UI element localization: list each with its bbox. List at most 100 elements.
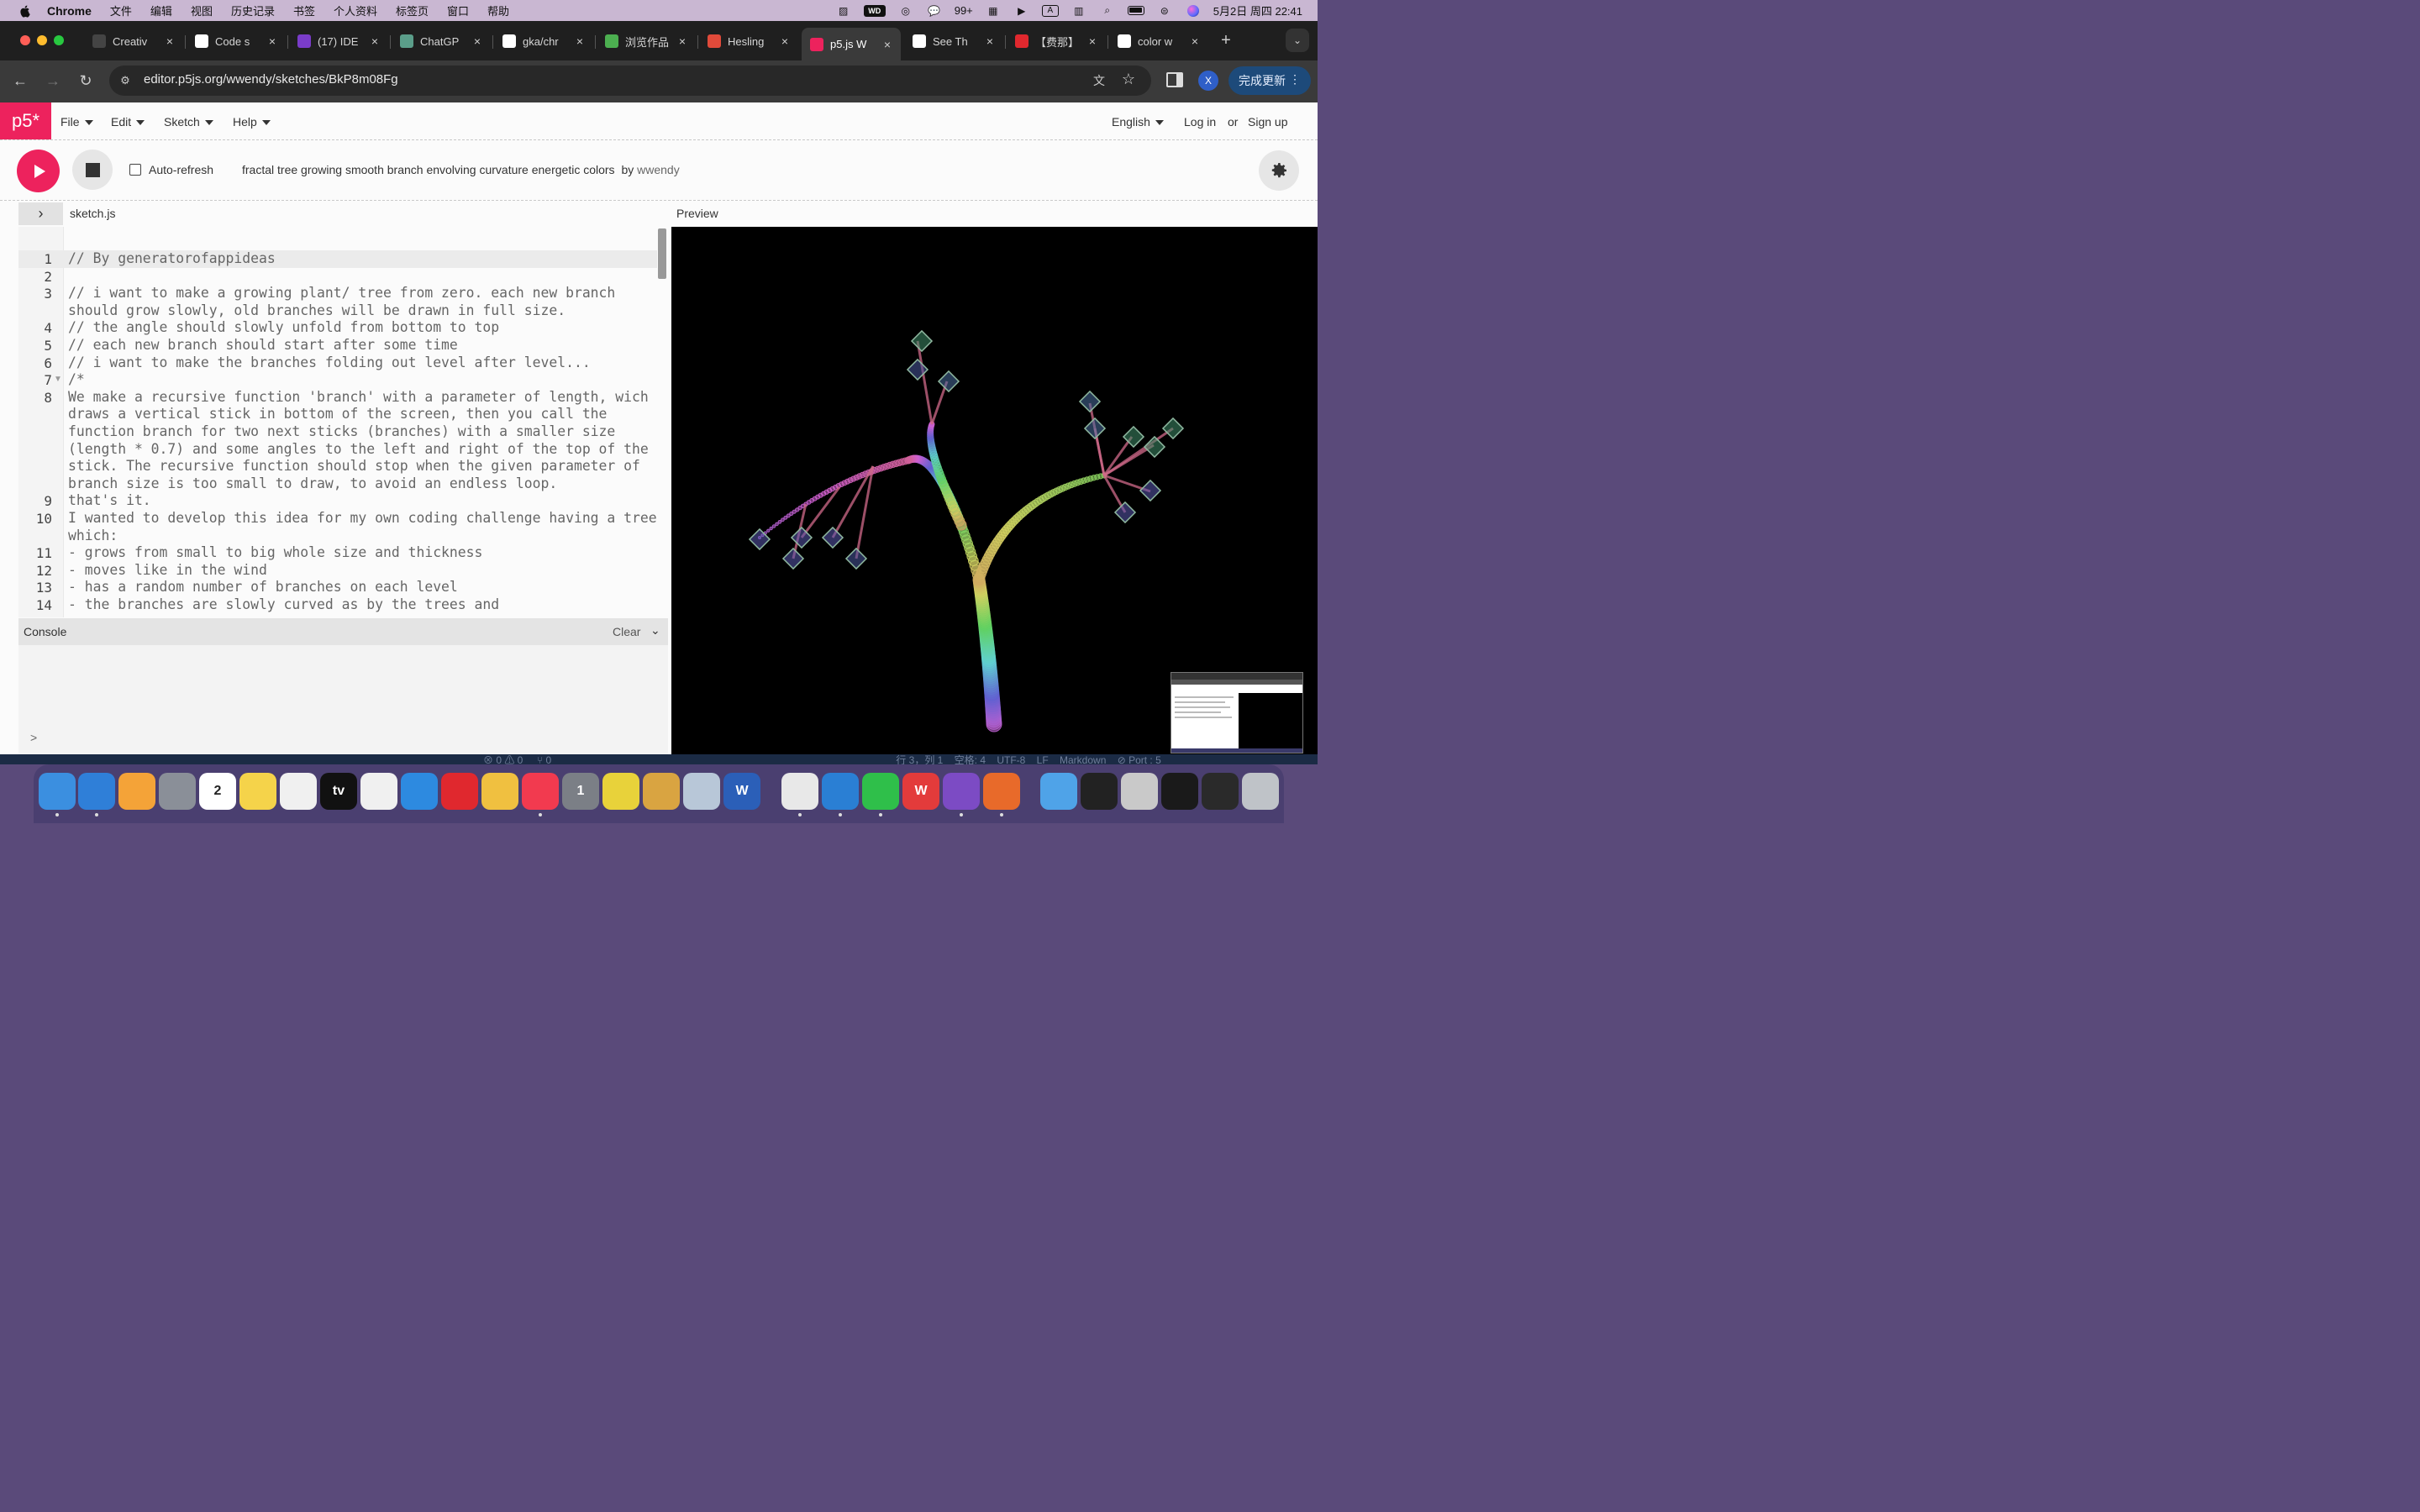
dock-chrome-icon[interactable] (781, 773, 818, 810)
site-settings-icon[interactable]: ⚙ (118, 73, 133, 88)
dock-notes-icon[interactable] (239, 773, 276, 810)
dock-matlab-icon[interactable] (983, 773, 1020, 810)
auto-refresh-checkbox[interactable] (129, 164, 141, 176)
code-line[interactable]: /* (68, 371, 85, 389)
tab-1[interactable]: Creativ × (84, 28, 183, 55)
battery-icon[interactable] (1127, 5, 1144, 17)
tab-search-button[interactable]: ⌄ (1286, 29, 1309, 52)
console-prompt[interactable]: > (30, 731, 37, 744)
settings-button[interactable] (1259, 150, 1299, 191)
dock-calendar-icon[interactable]: 2 (199, 773, 236, 810)
dock-github-desktop-icon[interactable] (943, 773, 980, 810)
dock-folder-icon[interactable] (1040, 773, 1077, 810)
menu-bookmarks[interactable]: 书签 (293, 3, 315, 18)
creative-cloud-icon[interactable]: ◎ (897, 5, 914, 17)
code-line[interactable]: // each new branch should start after so… (68, 337, 458, 354)
profile-avatar[interactable]: X (1198, 71, 1218, 91)
menu-history[interactable]: 历史记录 (231, 3, 275, 18)
code-line[interactable]: - grows from small to big whole size and… (68, 544, 482, 562)
file-menu[interactable]: File (60, 115, 93, 129)
search-icon[interactable]: ⌕ (1099, 4, 1116, 17)
signup-link[interactable]: Sign up (1248, 115, 1287, 129)
siri-icon[interactable] (1185, 4, 1202, 17)
code-line[interactable]: - has a random number of branches on eac… (68, 579, 458, 596)
code-line[interactable]: // By generatorofappideas (68, 250, 276, 268)
dock-pages-icon[interactable] (118, 773, 155, 810)
dock-word-icon[interactable]: W (723, 773, 760, 810)
close-tab-icon[interactable]: × (1086, 34, 1099, 48)
author-link[interactable]: wwendy (637, 163, 680, 176)
memory-icon[interactable]: ▥ (1071, 5, 1087, 17)
chevron-down-icon[interactable]: ⌄ (650, 623, 660, 638)
tab-2[interactable]: Code s × (187, 28, 286, 55)
play-circle-icon[interactable]: ▶ (1013, 5, 1030, 17)
tab-3[interactable]: (17) IDE × (289, 28, 388, 55)
dock-photos-icon[interactable] (481, 773, 518, 810)
close-tab-icon[interactable]: × (573, 34, 587, 48)
login-link[interactable]: Log in (1184, 115, 1216, 129)
dock-keynote-icon[interactable] (401, 773, 438, 810)
dock-launchpad-icon[interactable] (159, 773, 196, 810)
dock-app-green-icon[interactable] (602, 773, 639, 810)
close-tab-icon[interactable]: × (676, 34, 689, 48)
edit-menu[interactable]: Edit (111, 115, 145, 129)
dock-vscode-icon[interactable] (822, 773, 859, 810)
code-line[interactable]: // i want to make the branches folding o… (68, 354, 591, 372)
minimize-window-button[interactable] (37, 35, 47, 45)
code-line[interactable]: that's it. (68, 492, 151, 510)
file-tab[interactable]: sketch.js (70, 207, 115, 220)
sketch-title[interactable]: fractal tree growing smooth branch envol… (242, 163, 615, 176)
input-method-icon[interactable]: A (1041, 4, 1059, 17)
menu-window[interactable]: 窗口 (447, 3, 469, 18)
close-tab-icon[interactable]: × (266, 34, 279, 48)
url-text[interactable]: editor.p5js.org/wwendy/sketches/BkP8m08F… (144, 72, 398, 87)
dock-netease-music-icon[interactable] (441, 773, 478, 810)
code-line[interactable]: // the angle should slowly unfold from b… (68, 319, 499, 337)
play-button[interactable] (17, 150, 60, 192)
menubar-datetime[interactable]: 5月2日 周四 22:41 (1213, 3, 1302, 18)
reload-button[interactable]: ↻ (76, 71, 96, 91)
code-line[interactable]: // i want to make a growing plant/ tree … (68, 285, 615, 319)
auto-refresh-label[interactable]: Auto-refresh (149, 163, 213, 176)
close-tab-icon[interactable]: × (983, 34, 997, 48)
code-line[interactable]: - moves like in the wind (68, 562, 267, 580)
wechat-icon[interactable]: 💬 (926, 5, 943, 17)
sketch-menu[interactable]: Sketch (164, 115, 213, 129)
close-tab-icon[interactable]: × (368, 34, 381, 48)
close-tab-icon[interactable]: × (1188, 34, 1202, 48)
stop-button[interactable] (72, 150, 113, 190)
tab-8[interactable]: p5.js W × (802, 28, 901, 60)
bookmark-star-icon[interactable]: ☆ (1120, 71, 1137, 87)
screen-thumbnail[interactable] (1171, 672, 1303, 753)
dock-cocktail-icon[interactable] (643, 773, 680, 810)
dock-reminders-icon[interactable] (360, 773, 397, 810)
sidebar-toggle[interactable]: › (18, 202, 63, 225)
dock-freeform-icon[interactable] (280, 773, 317, 810)
tab-4[interactable]: ChatGP × (392, 28, 491, 55)
wd-drive-icon[interactable]: WD (863, 4, 886, 17)
menu-view[interactable]: 视图 (191, 3, 213, 18)
dock-apple-tv-icon[interactable]: tv (320, 773, 357, 810)
dock-window-2-icon[interactable] (1121, 773, 1158, 810)
diagonal-lines-icon[interactable]: ▨ (835, 5, 852, 17)
dock-window-1-icon[interactable] (1081, 773, 1118, 810)
tab-9[interactable]: See Th × (904, 28, 1003, 55)
translate-icon[interactable]: 文 (1091, 72, 1107, 89)
fold-arrow-icon[interactable]: ▼ (54, 375, 62, 384)
dock-trash-icon[interactable] (1242, 773, 1279, 810)
calendar-grid-icon[interactable]: ▦ (985, 5, 1002, 17)
menu-profile[interactable]: 个人资料 (334, 3, 377, 18)
code-line[interactable]: I wanted to develop this idea for my own… (68, 510, 657, 544)
side-panel-icon[interactable] (1166, 72, 1183, 87)
dock-window-3-icon[interactable] (1161, 773, 1198, 810)
dock-system-settings-icon[interactable]: 1 (562, 773, 599, 810)
dock-wechat-icon[interactable] (862, 773, 899, 810)
code-line[interactable]: - the branches are slowly curved as by t… (68, 596, 499, 614)
tab-7[interactable]: Hesling × (699, 28, 798, 55)
tab-6[interactable]: 浏览作品 × (597, 28, 696, 55)
close-tab-icon[interactable]: × (881, 38, 894, 51)
close-window-button[interactable] (20, 35, 30, 45)
dock-safari-icon[interactable] (78, 773, 115, 810)
forward-button[interactable]: → (43, 71, 63, 91)
dock-window-4-icon[interactable] (1202, 773, 1239, 810)
